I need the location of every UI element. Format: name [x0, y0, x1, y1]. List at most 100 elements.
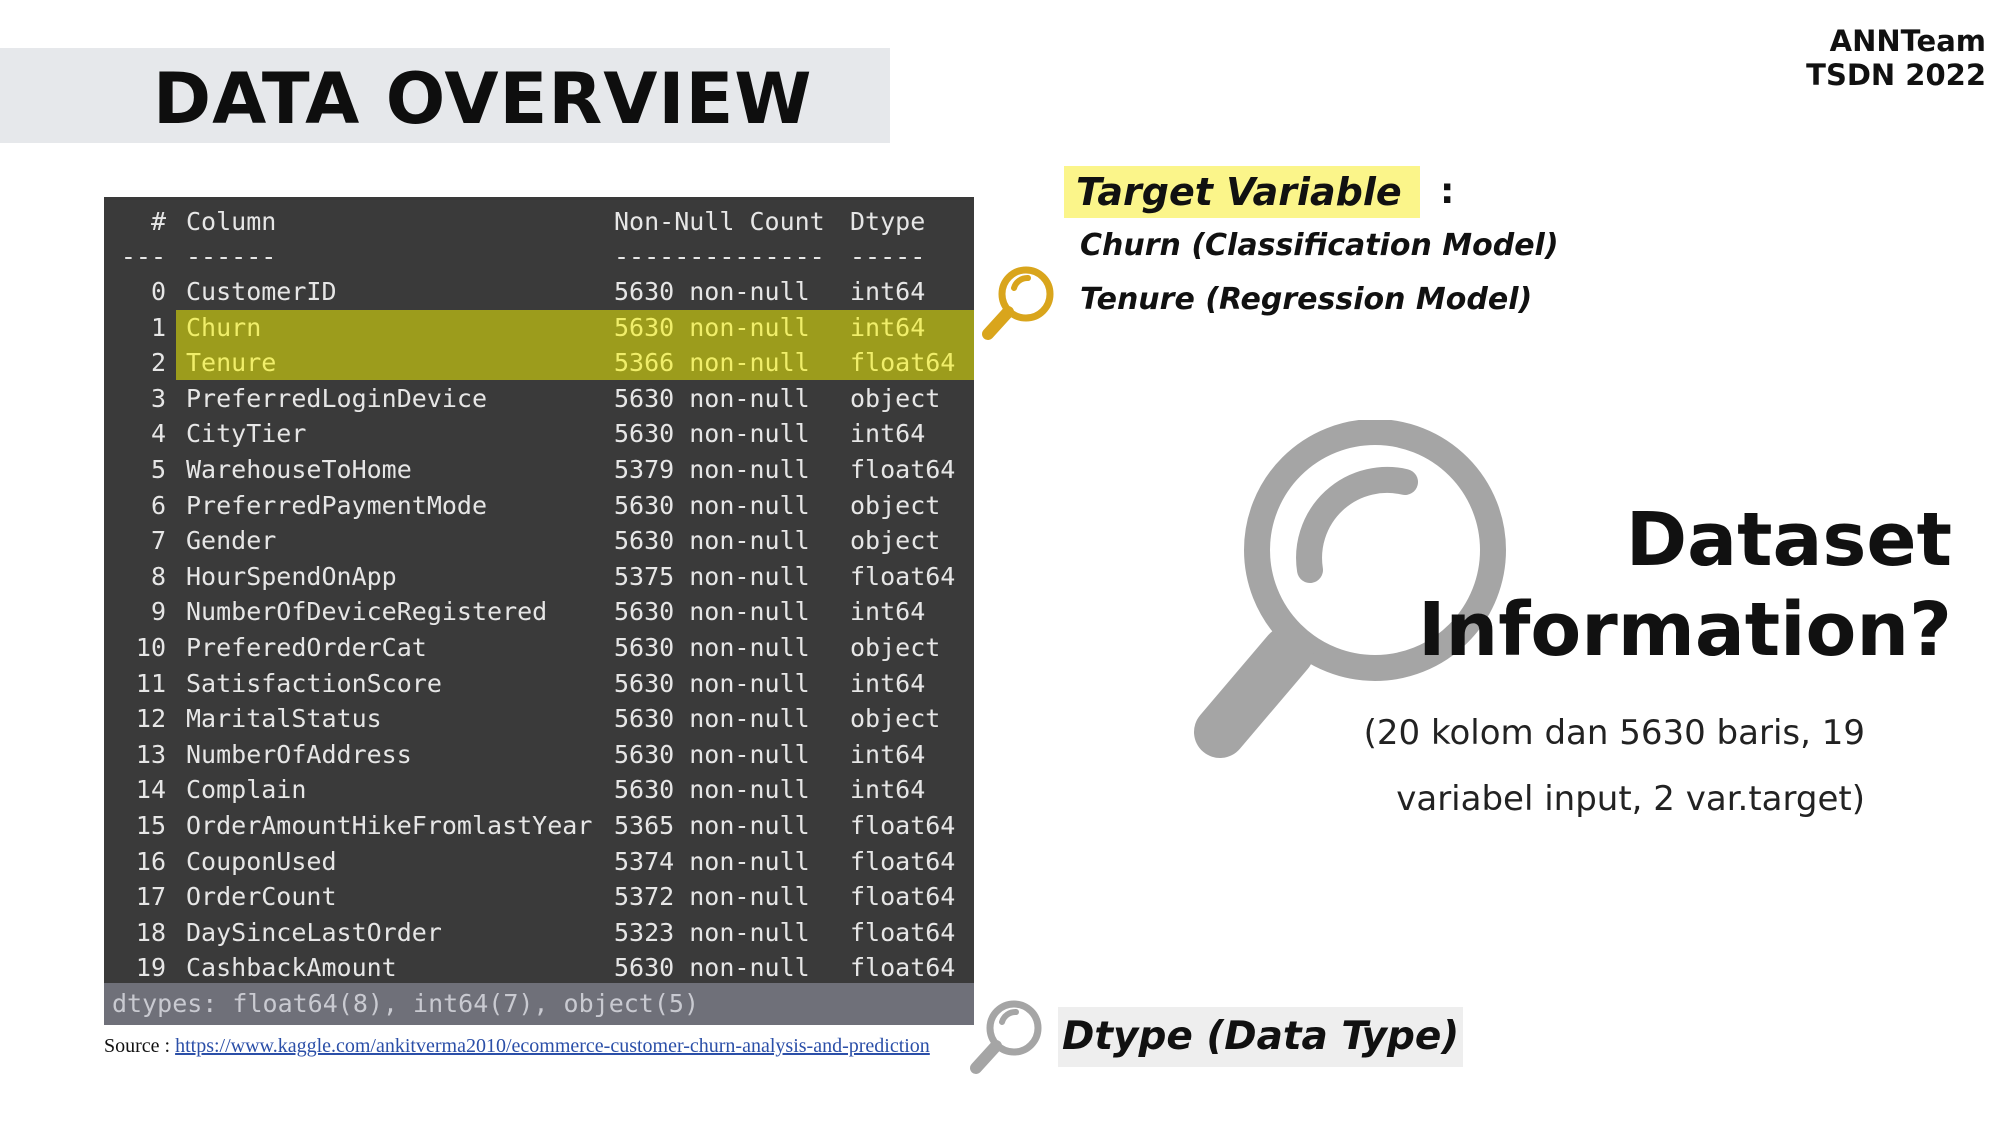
df-row-index: 5 [150, 455, 166, 484]
df-row-count: 5630 non-null [614, 383, 810, 413]
df-row-count: 5630 non-null [614, 277, 810, 306]
df-row: 7 Gender 5630 non-null object [104, 523, 974, 558]
target-line-churn: Churn (Classification Model) [1080, 228, 1559, 263]
df-row-index: 1 [150, 312, 166, 342]
df-row-dtype: object [850, 526, 941, 556]
df-row-column: NumberOfAddress [186, 739, 412, 769]
df-row-index: 10 [135, 633, 166, 662]
df-row: 4 CityTier 5630 non-null int64 [104, 416, 974, 451]
df-row: 15 OrderAmountHikeFromlastYear 5365 non-nu… [104, 808, 974, 843]
df-row-count: 5379 non-null [614, 455, 810, 484]
df-row-index: 4 [150, 419, 166, 449]
df-row-dtype: int64 [850, 419, 926, 449]
df-row: 17 OrderCount 5372 non-null float64 [104, 879, 974, 914]
df-row-dtype: int64 [850, 277, 926, 306]
df-row: 8 HourSpendOnApp 5375 non-null float64 [104, 559, 974, 594]
df-sep-count: -------------- [614, 242, 825, 271]
df-row-dtype: float64 [850, 811, 956, 840]
df-row-column: Gender [186, 526, 277, 556]
dataframe-info-panel: # Column Non-Null Count Dtype --- ------… [104, 197, 974, 1025]
df-row: 2 Tenure 5366 non-null float64 [151, 345, 974, 381]
df-row: 1 Churn 5630 non-null int64 [151, 309, 974, 345]
df-separator-row: --- ------ -------------- ----- [104, 239, 974, 274]
df-row: 19 CashbackAmount 5630 non-null float64 [104, 950, 974, 985]
brand-event: TSDN 2022 [1806, 58, 1986, 92]
dataset-title: Dataset Information? [1418, 495, 1952, 675]
df-row: 18 DaySinceLastOrder 5323 non-null float64 [104, 915, 974, 950]
df-row-index: 14 [135, 775, 166, 805]
df-row: 6 PreferredPaymentMode 5630 non-null object [104, 488, 974, 523]
df-row-column: Tenure [186, 348, 277, 378]
target-colon: : [1440, 171, 1455, 212]
df-row-dtype: float64 [850, 917, 956, 947]
df-row-count: 5323 non-null [614, 917, 810, 947]
df-row: 13 NumberOfAddress 5630 non-null int64 [104, 737, 974, 772]
dataset-summary-line1: (20 kolom dan 5630 baris, 19 [1363, 713, 1865, 753]
df-row-dtype: float64 [850, 953, 956, 983]
df-row-count: 5630 non-null [614, 490, 810, 520]
df-row-column: CashbackAmount [186, 953, 397, 983]
df-row-count: 5375 non-null [614, 561, 810, 591]
df-row-dtype: float64 [850, 561, 956, 591]
df-row-index: 11 [135, 668, 166, 698]
df-row: 3 PreferredLoginDevice 5630 non-null object [104, 381, 974, 416]
df-row-index: 13 [135, 739, 166, 769]
dataset-title-line2: Information? [1418, 587, 1952, 673]
source-label: Source : [104, 1035, 176, 1057]
df-row-index: 0 [150, 277, 166, 306]
df-row-count: 5630 non-null [614, 597, 810, 627]
slide-title: DATA OVERVIEW [153, 58, 813, 140]
df-row-column: Complain [186, 775, 307, 805]
df-row-dtype: object [850, 490, 941, 520]
df-row: 12 MaritalStatus 5630 non-null object [104, 701, 974, 736]
dataset-summary: (20 kolom dan 5630 baris, 19 variabel in… [1364, 700, 1865, 832]
df-row-column: PreferedOrderCat [186, 633, 427, 662]
df-row-dtype: int64 [850, 597, 926, 627]
df-row-dtype: object [850, 633, 941, 662]
df-sep-column: ------ [186, 242, 277, 271]
df-row-count: 5630 non-null [614, 739, 810, 769]
df-row-column: NumberOfDeviceRegistered [186, 597, 548, 627]
df-row-column: Churn [186, 312, 262, 342]
df-row-column: WarehouseToHome [186, 455, 412, 484]
source-link[interactable]: https://www.kaggle.com/ankitverma2010/ec… [175, 1035, 930, 1057]
df-row-column: OrderCount [186, 882, 337, 912]
df-header-dtype: Dtype [850, 207, 926, 236]
df-row-dtype: float64 [850, 846, 956, 876]
df-row-dtype: int64 [850, 312, 926, 342]
df-row-index: 19 [135, 953, 166, 983]
df-row-index: 3 [150, 383, 166, 413]
df-row-column: CouponUsed [186, 846, 337, 876]
df-row-index: 6 [150, 490, 166, 520]
df-row: 11 SatisfactionScore 5630 non-null int64 [104, 666, 974, 701]
df-row-dtype: float64 [850, 455, 956, 484]
df-row-index: 15 [135, 811, 166, 840]
dataset-summary-line2: variabel input, 2 var.target) [1396, 779, 1865, 819]
dtype-note: Dtype (Data Type) [1058, 1007, 1464, 1067]
df-row-index: 18 [135, 917, 166, 947]
magnifier-icon [970, 1000, 1042, 1074]
df-row-column: DaySinceLastOrder [186, 917, 442, 947]
df-sep-dtype: ----- [850, 242, 926, 271]
df-row: 16 CouponUsed 5374 non-null float64 [104, 844, 974, 879]
df-dtypes-footer: dtypes: float64(8), int64(7), object(5) [104, 983, 974, 1025]
df-row-index: 7 [150, 526, 166, 556]
df-header-count: Non-Null Count [614, 207, 825, 236]
df-row-dtype: int64 [850, 739, 926, 769]
df-row-dtype: object [850, 383, 941, 413]
brand-team: ANNTeam [1829, 24, 1986, 58]
df-row-index: 17 [135, 882, 166, 912]
magnifier-icon [982, 266, 1054, 340]
df-row-column: MaritalStatus [186, 704, 382, 734]
brand-block: ANNTeam TSDN 2022 [1806, 24, 1986, 92]
df-row: 14 Complain 5630 non-null int64 [104, 772, 974, 807]
df-row-dtype: int64 [850, 775, 926, 805]
df-row-count: 5630 non-null [614, 953, 810, 983]
df-row-column: CityTier [186, 419, 307, 449]
df-row-count: 5365 non-null [614, 811, 810, 840]
df-row-dtype: int64 [850, 668, 926, 698]
df-row-column: PreferredLoginDevice [186, 383, 488, 413]
df-row: 0 CustomerID 5630 non-null int64 [104, 274, 974, 309]
df-row-column: CustomerID [186, 277, 337, 306]
df-row-count: 5630 non-null [614, 419, 810, 449]
